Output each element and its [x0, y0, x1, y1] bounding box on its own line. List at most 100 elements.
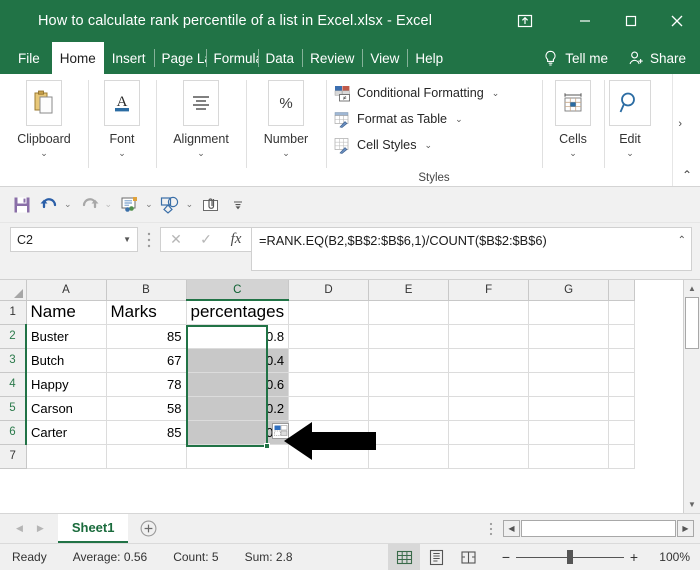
alignment-icon[interactable]	[183, 80, 219, 126]
editing-find-icon[interactable]	[609, 80, 651, 126]
cell-a5[interactable]: Carson	[26, 396, 106, 420]
ribbon-group-clipboard[interactable]: Clipboard ⌄	[0, 74, 88, 186]
add-sheet-button[interactable]	[128, 514, 169, 543]
horizontal-scrollbar[interactable]: ◀ ▶	[503, 520, 694, 537]
zoom-slider[interactable]	[516, 550, 624, 564]
cell-d7[interactable]	[289, 444, 369, 468]
cell-d4[interactable]	[289, 372, 369, 396]
tab-home[interactable]: Home	[52, 42, 104, 74]
column-header-c[interactable]: C	[186, 280, 289, 300]
cell-c4[interactable]: 0.6	[186, 372, 289, 396]
customize-qat-icon[interactable]	[226, 192, 250, 218]
column-header-d[interactable]: D	[289, 280, 369, 300]
zoom-in-button[interactable]: +	[624, 549, 644, 565]
ribbon-group-cells[interactable]: Cells ⌄	[542, 74, 604, 186]
ribbon-group-alignment[interactable]: Alignment ⌄	[156, 74, 246, 186]
cell-g1[interactable]	[529, 300, 609, 324]
horizontal-scroll-track[interactable]	[521, 520, 676, 537]
fill-handle[interactable]	[264, 443, 270, 449]
column-header-b[interactable]: B	[106, 280, 186, 300]
cell-g6[interactable]	[529, 420, 609, 444]
tab-page-layout[interactable]: Page La	[154, 42, 206, 74]
row-header-7[interactable]: 7	[0, 444, 26, 468]
format-as-table-button[interactable]: Format as Table ⌄	[334, 106, 463, 132]
undo-dropdown-icon[interactable]: ⌄	[64, 199, 75, 210]
hscroll-grip[interactable]	[481, 522, 501, 536]
maximize-icon[interactable]	[608, 0, 654, 42]
cell-a6[interactable]: Carter	[26, 420, 106, 444]
cell-c7[interactable]	[186, 444, 289, 468]
page-break-preview-button[interactable]	[452, 544, 484, 570]
column-header-f[interactable]: F	[449, 280, 529, 300]
cell-g5[interactable]	[529, 396, 609, 420]
tab-view[interactable]: View	[362, 42, 407, 74]
cell-b7[interactable]	[106, 444, 186, 468]
row-header-2[interactable]: 2	[0, 324, 26, 348]
ribbon-display-options-icon[interactable]	[502, 0, 548, 42]
status-count[interactable]: Count: 5	[147, 550, 218, 564]
vertical-scrollbar[interactable]: ▲ ▼	[683, 280, 700, 513]
cell-d6[interactable]	[289, 420, 369, 444]
chevron-down-icon[interactable]: ▼	[123, 235, 131, 244]
cell-f3[interactable]	[449, 348, 529, 372]
cell-f1[interactable]	[449, 300, 529, 324]
scroll-right-icon[interactable]: ▶	[677, 520, 694, 537]
next-sheet-icon[interactable]: ▶	[37, 523, 44, 534]
row-header-6[interactable]: 6	[0, 420, 26, 444]
cell-h7[interactable]	[609, 444, 635, 468]
shapes-dropdown-icon[interactable]: ⌄	[186, 199, 197, 210]
cell-c1[interactable]: percentages	[186, 300, 289, 324]
cell-d5[interactable]	[289, 396, 369, 420]
tab-review[interactable]: Review	[302, 42, 362, 74]
collapse-ribbon-icon[interactable]: ⌃	[682, 168, 692, 182]
cell-h2[interactable]	[609, 324, 635, 348]
tab-help[interactable]: Help	[407, 42, 451, 74]
cells-icon[interactable]	[555, 80, 591, 126]
cell-h4[interactable]	[609, 372, 635, 396]
cell-e1[interactable]	[369, 300, 449, 324]
tab-data[interactable]: Data	[258, 42, 303, 74]
cell-h6[interactable]	[609, 420, 635, 444]
chevron-down-icon[interactable]: ⌄	[118, 149, 126, 158]
auto-fill-options-icon[interactable]	[272, 423, 289, 439]
cell-h3[interactable]	[609, 348, 635, 372]
row-header-4[interactable]: 4	[0, 372, 26, 396]
cell-a1[interactable]: Name	[26, 300, 106, 324]
tell-me-button[interactable]: Tell me	[533, 50, 618, 67]
zoom-out-button[interactable]: −	[496, 549, 516, 565]
status-sum[interactable]: Sum: 2.8	[219, 550, 293, 564]
cell-g4[interactable]	[529, 372, 609, 396]
cell-e3[interactable]	[369, 348, 449, 372]
share-button[interactable]: Share	[618, 50, 692, 66]
status-average[interactable]: Average: 0.56	[47, 550, 148, 564]
cell-a2[interactable]: Buster	[26, 324, 106, 348]
cell-b1[interactable]: Marks	[106, 300, 186, 324]
chevron-down-icon[interactable]: ⌄	[626, 149, 634, 158]
cell-d1[interactable]	[289, 300, 369, 324]
cell-a4[interactable]: Happy	[26, 372, 106, 396]
chevron-down-icon[interactable]: ⌄	[492, 88, 500, 99]
vertical-scroll-thumb[interactable]	[685, 297, 699, 349]
cell-f5[interactable]	[449, 396, 529, 420]
shapes-icon[interactable]	[159, 192, 183, 218]
cell-f2[interactable]	[449, 324, 529, 348]
row-header-1[interactable]: 1	[0, 300, 26, 324]
redo-dropdown-icon[interactable]: ⌄	[105, 199, 116, 210]
cell-a7[interactable]	[26, 444, 106, 468]
cell-f6[interactable]	[449, 420, 529, 444]
scroll-down-icon[interactable]: ▼	[684, 496, 700, 513]
column-header-h-partial[interactable]	[609, 280, 635, 300]
cell-h1[interactable]	[609, 300, 635, 324]
chevron-down-icon[interactable]: ⌄	[282, 149, 290, 158]
percent-icon[interactable]: %	[268, 80, 304, 126]
ribbon-group-number[interactable]: % Number ⌄	[246, 74, 326, 186]
chevron-down-icon[interactable]: ⌄	[197, 149, 205, 158]
cell-d3[interactable]	[289, 348, 369, 372]
save-icon[interactable]	[10, 192, 34, 218]
chevron-down-icon[interactable]: ⌄	[425, 140, 433, 151]
cell-g3[interactable]	[529, 348, 609, 372]
cell-d2[interactable]	[289, 324, 369, 348]
clipboard-icon[interactable]	[26, 80, 62, 126]
scroll-up-icon[interactable]: ▲	[684, 280, 700, 297]
cell-f4[interactable]	[449, 372, 529, 396]
